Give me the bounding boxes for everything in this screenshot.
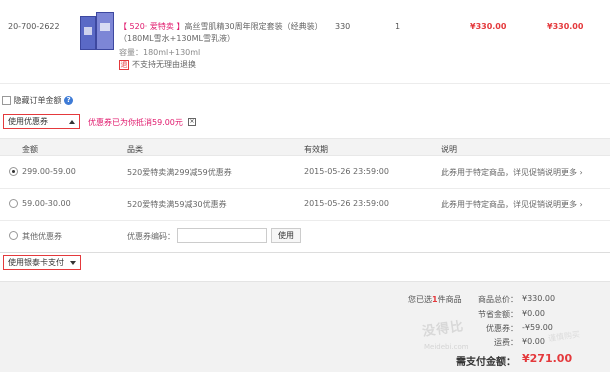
product-unit-price: ¥330.00 bbox=[470, 22, 507, 31]
product-sku: 20-700-2622 bbox=[8, 22, 60, 31]
coupon-desc: 此券用于特定商品，详见促销说明 bbox=[441, 168, 561, 177]
coupon-amount: 59.00-30.00 bbox=[22, 199, 71, 208]
other-coupon-label: 其他优惠券 bbox=[22, 232, 62, 241]
product-name-line2: （180ML雪水+130ML雪乳液） bbox=[119, 34, 235, 43]
other-coupon-row: 其他优惠券 优惠券编码： 使用 bbox=[0, 221, 610, 253]
coupon-notice: 优惠券已为你抵消59.00元 bbox=[88, 118, 183, 127]
selected-count-line: 您已选1件商品 bbox=[408, 294, 462, 305]
header-amount: 金额 bbox=[22, 145, 38, 154]
coupon-category: 520爱特卖满59减30优惠券 bbox=[127, 200, 227, 209]
coupon-code-input[interactable] bbox=[177, 228, 267, 243]
pay-total-label: 需支付金额： bbox=[456, 357, 516, 368]
header-category: 品类 bbox=[127, 145, 143, 154]
coupon-radio-selected[interactable] bbox=[9, 167, 18, 176]
coupon-radio[interactable] bbox=[9, 199, 18, 208]
caret-up-icon bbox=[69, 119, 75, 124]
product-subtotal: ¥330.00 bbox=[547, 22, 584, 31]
coupon-discount: -¥59.00 bbox=[522, 323, 553, 332]
selected-suffix: 件商品 bbox=[437, 295, 462, 304]
product-thumbnail[interactable] bbox=[80, 12, 114, 52]
watermark-site: Meidebi.com bbox=[424, 343, 469, 351]
coupon-code-label: 优惠券编码： bbox=[127, 232, 175, 241]
more-link[interactable]: 更多 › bbox=[561, 199, 583, 210]
coupon-row[interactable]: 59.00-30.00 520爱特卖满59减30优惠券 2015-05-26 2… bbox=[0, 189, 610, 221]
coupon-expiry: 2015-05-26 23:59:00 bbox=[304, 167, 389, 176]
coupon-expiry: 2015-05-26 23:59:00 bbox=[304, 199, 389, 208]
no-return-icon: 退 bbox=[119, 59, 129, 70]
hide-amount-label: 隐藏订单金额 bbox=[13, 96, 62, 105]
goods-total: ¥330.00 bbox=[522, 294, 556, 303]
close-icon[interactable]: × bbox=[188, 118, 196, 126]
product-points: 330 bbox=[335, 22, 351, 31]
promo-tag: 【 520· 爱特卖 】 bbox=[119, 22, 185, 31]
other-coupon-radio[interactable] bbox=[9, 231, 18, 240]
shipping-label: 运费： bbox=[494, 338, 518, 347]
no-return-text: 不支持无理由退换 bbox=[132, 60, 196, 69]
goods-total-label: 商品总价： bbox=[478, 295, 518, 304]
help-icon[interactable]: ? bbox=[64, 96, 74, 105]
selected-prefix: 您已选 bbox=[408, 295, 432, 304]
header-desc: 说明 bbox=[441, 145, 457, 154]
coupon-amount: 299.00-59.00 bbox=[22, 167, 76, 176]
product-row: 20-700-2622 【 520· 爱特卖 】高丝雪肌精30周年限定套装（经典… bbox=[0, 0, 610, 84]
coupon-discount-label: 优惠券： bbox=[486, 324, 518, 333]
coupon-table-header: 金额 品类 有效期 说明 bbox=[0, 138, 610, 156]
product-name: 高丝雪肌精30周年限定套装（经典装） bbox=[184, 22, 323, 31]
header-expiry: 有效期 bbox=[304, 145, 328, 154]
bank-card-label: 使用银泰卡支付 bbox=[8, 258, 64, 267]
coupon-dropdown-label: 使用优惠券 bbox=[8, 117, 48, 126]
coupon-dropdown[interactable]: 使用优惠券 bbox=[3, 114, 80, 129]
product-title[interactable]: 【 520· 爱特卖 】高丝雪肌精30周年限定套装（经典装） bbox=[119, 21, 324, 32]
coupon-category: 520爱特卖满299减59优惠券 bbox=[127, 168, 232, 177]
caret-down-icon bbox=[70, 260, 76, 265]
saving-amount: ¥0.00 bbox=[522, 309, 545, 318]
product-capacity: 容量：180ml+130ml bbox=[119, 48, 201, 57]
use-coupon-button[interactable]: 使用 bbox=[271, 228, 301, 243]
shipping-amount: ¥0.00 bbox=[522, 337, 545, 346]
more-link[interactable]: 更多 › bbox=[561, 167, 583, 178]
hide-amount-checkbox[interactable] bbox=[2, 96, 11, 105]
hide-amount-row: 隐藏订单金额 ? bbox=[2, 95, 74, 106]
coupon-desc: 此券用于特定商品，详见促销说明 bbox=[441, 200, 561, 209]
no-return-notice: 退不支持无理由退换 bbox=[119, 59, 196, 70]
order-summary: 您已选1件商品 商品总价： ¥330.00 节省金额： ¥0.00 优惠券： -… bbox=[0, 281, 610, 372]
coupon-row[interactable]: 299.00-59.00 520爱特卖满299减59优惠券 2015-05-26… bbox=[0, 157, 610, 189]
pay-total: ¥271.00 bbox=[522, 352, 573, 365]
product-quantity: 1 bbox=[395, 22, 401, 31]
saving-label: 节省金额： bbox=[478, 310, 518, 319]
bank-card-dropdown[interactable]: 使用银泰卡支付 bbox=[3, 255, 81, 270]
